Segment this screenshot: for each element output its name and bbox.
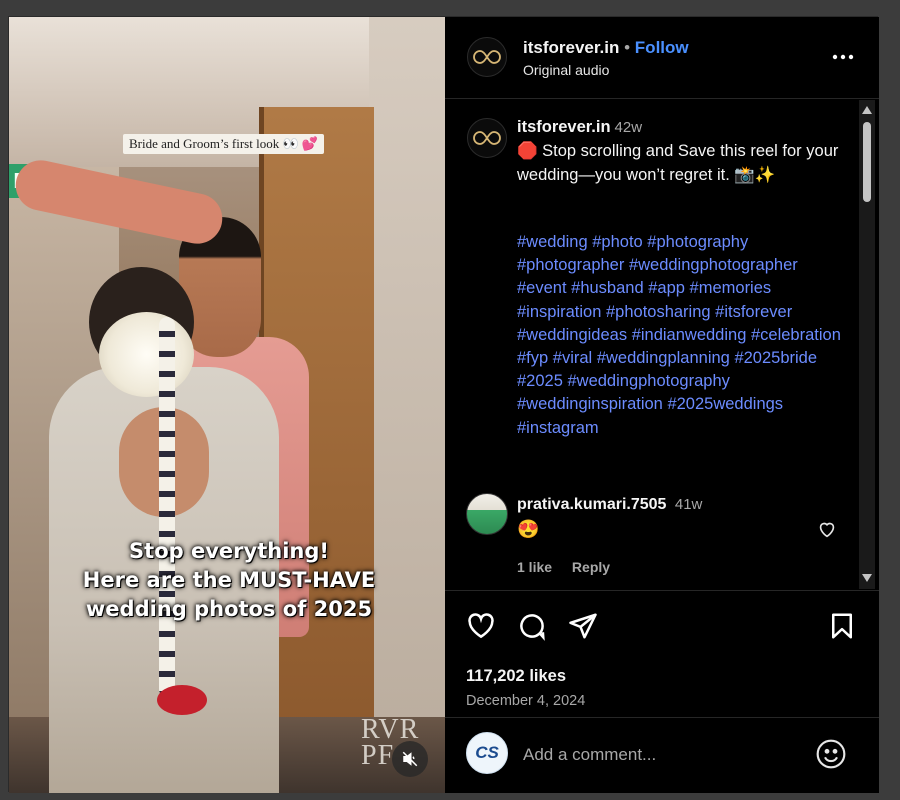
smiley-face-icon[interactable] xyxy=(815,738,847,770)
hashtag-link[interactable]: #fyp xyxy=(517,349,548,367)
hashtag-link[interactable]: #weddinginspiration xyxy=(517,395,663,413)
post-header: itsforever.in • Follow Original audio xyxy=(445,17,879,99)
reply-button[interactable]: Reply xyxy=(572,559,610,575)
caption-username[interactable]: itsforever.in xyxy=(517,118,611,136)
hashtag-link[interactable]: #itsforever xyxy=(715,303,792,321)
hashtag-link[interactable]: #app xyxy=(648,279,685,297)
triangle-up-icon xyxy=(862,106,872,114)
infinity-logo-icon xyxy=(473,50,501,64)
jasmine-bun xyxy=(99,312,194,397)
scroll-thumb[interactable] xyxy=(863,122,871,202)
caption-time[interactable]: 42w xyxy=(615,119,643,136)
hashtag-link[interactable]: #weddingphotographer xyxy=(629,256,798,274)
hashtag-link[interactable]: #weddingphotography xyxy=(567,372,729,390)
comment-like-heart-icon[interactable] xyxy=(816,518,838,540)
hashtag-link[interactable]: #inspiration xyxy=(517,303,601,321)
post-side-panel: itsforever.in • Follow Original audio it… xyxy=(445,17,879,793)
hashtag-link[interactable]: #photographer xyxy=(517,256,624,274)
speaker-muted-icon xyxy=(402,751,418,767)
post-date[interactable]: December 4, 2024 xyxy=(466,693,585,709)
infinity-logo-icon xyxy=(473,131,501,145)
jasmine-garland xyxy=(159,317,175,697)
hashtag-link[interactable]: #2025bride xyxy=(734,349,817,367)
scroll-down-arrow[interactable] xyxy=(861,572,873,584)
author-avatar[interactable] xyxy=(467,37,507,77)
rose-cluster xyxy=(157,685,207,715)
hashtag-link[interactable]: #wedding xyxy=(517,233,588,251)
save-bookmark-icon[interactable] xyxy=(827,611,857,641)
video-wall xyxy=(369,17,445,793)
video-overlay-text: Stop everything! Here are the MUST-HAVE we… xyxy=(39,537,419,624)
comments-scrollbar[interactable] xyxy=(859,100,875,589)
hashtag-link[interactable]: #weddingideas xyxy=(517,326,627,344)
comment-input[interactable] xyxy=(523,742,803,768)
hashtag-link[interactable]: #photosharing xyxy=(606,303,711,321)
triangle-down-icon xyxy=(862,574,872,582)
comment-bubble-icon[interactable] xyxy=(517,611,547,641)
hashtag-link[interactable]: #2025weddings xyxy=(667,395,783,413)
more-options-button[interactable] xyxy=(831,45,855,69)
hashtag-link[interactable]: #husband xyxy=(571,279,644,297)
add-comment-bar: CS xyxy=(445,717,879,793)
reel-video[interactable]: EXIT Bride and Groom’s first look 👀 💕 St… xyxy=(9,17,445,793)
overlay-text-lines: Stop everything! Here are the MUST-HAVE we… xyxy=(82,539,376,621)
video-caption-tag: Bride and Groom’s first look 👀 💕 xyxy=(123,134,325,154)
commenter-username[interactable]: prativa.kumari.7505 xyxy=(517,496,666,513)
post-modal: EXIT Bride and Groom’s first look 👀 💕 St… xyxy=(8,16,879,793)
scroll-up-arrow[interactable] xyxy=(861,104,873,116)
hashtag-link[interactable]: #celebration xyxy=(751,326,841,344)
hashtag-link[interactable]: #memories xyxy=(690,279,772,297)
separator-dot: • xyxy=(624,38,631,57)
commenter-avatar[interactable] xyxy=(466,493,508,535)
post-actions: 117,202 likes December 4, 2024 xyxy=(445,590,879,710)
audio-link[interactable]: Original audio xyxy=(523,62,609,78)
hashtag-link[interactable]: #indianwedding xyxy=(632,326,747,344)
caption-text: 🛑 Stop scrolling and Save this reel for … xyxy=(517,142,839,184)
hashtag-list: #wedding #photo #photography #photograph… xyxy=(517,231,847,440)
more-horizontal-icon xyxy=(832,54,854,60)
comment-header: prativa.kumari.7505 41w xyxy=(517,496,702,514)
mute-button[interactable] xyxy=(392,741,428,777)
follow-button[interactable]: Follow xyxy=(635,38,689,57)
caption-author-avatar[interactable] xyxy=(467,118,507,158)
hashtag-link[interactable]: #instagram xyxy=(517,419,599,437)
author-username[interactable]: itsforever.in xyxy=(523,38,619,57)
likes-count[interactable]: 117,202 likes xyxy=(466,667,566,686)
share-paper-plane-icon[interactable] xyxy=(568,611,598,641)
hashtag-link[interactable]: #photography xyxy=(647,233,748,251)
hashtag-link[interactable]: #weddingplanning xyxy=(597,349,730,367)
hashtag-link[interactable]: #viral xyxy=(553,349,592,367)
current-user-avatar: CS xyxy=(466,732,508,774)
comment-time[interactable]: 41w xyxy=(675,496,703,513)
caption-header: itsforever.in 42w xyxy=(517,118,642,137)
hashtag-link[interactable]: #photo xyxy=(592,233,642,251)
hashtag-link[interactable]: #event xyxy=(517,279,567,297)
header-title-line: itsforever.in • Follow xyxy=(523,38,689,58)
comments-section[interactable]: itsforever.in 42w 🛑 Stop scrolling and Sa… xyxy=(445,100,879,589)
comment-text: 😍 xyxy=(517,519,540,539)
hashtag-link[interactable]: #2025 xyxy=(517,372,563,390)
comment-meta: 1 like Reply xyxy=(517,559,626,575)
like-heart-icon[interactable] xyxy=(466,611,496,641)
comment-likes-link[interactable]: 1 like xyxy=(517,559,552,575)
